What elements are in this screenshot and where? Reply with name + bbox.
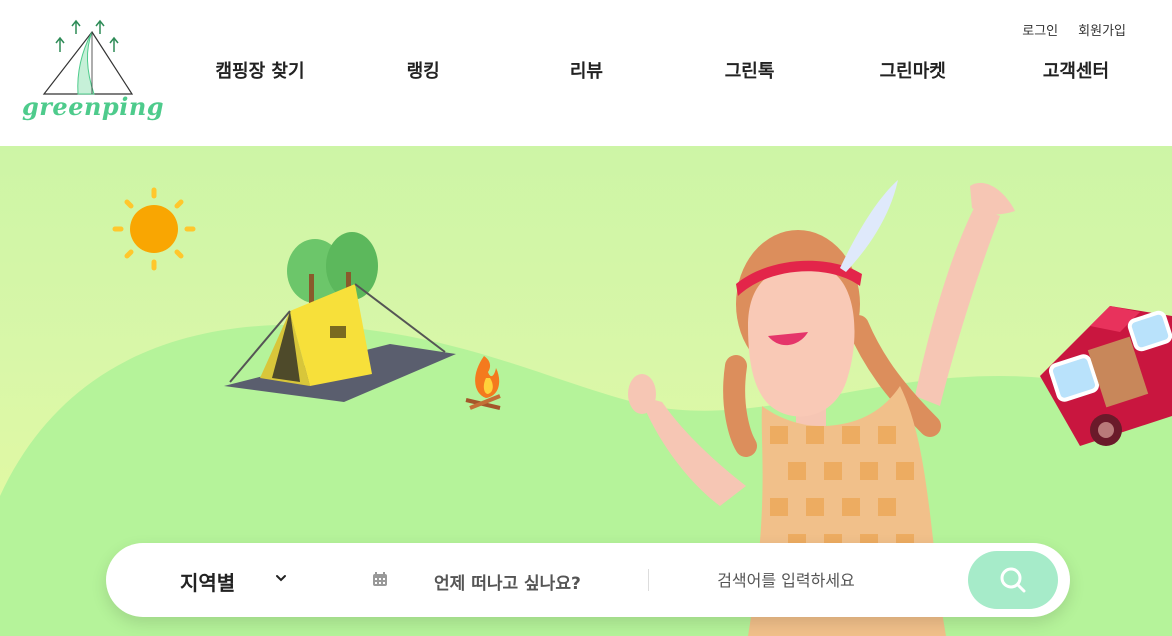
nav-item-find-camping[interactable]: 캠핑장 찾기 bbox=[200, 57, 320, 83]
sun-icon bbox=[112, 187, 196, 271]
utility-links: 로그인 회원가입 bbox=[1022, 20, 1126, 39]
logo[interactable]: greenping bbox=[22, 18, 164, 124]
chevron-down-icon[interactable] bbox=[274, 571, 288, 585]
nav-item-greentalk[interactable]: 그린톡 bbox=[690, 57, 810, 83]
logo-text: greenping bbox=[22, 92, 165, 121]
main-nav: 캠핑장 찾기 랭킹 리뷰 그린톡 그린마켓 고객센터 bbox=[200, 57, 1136, 83]
nav-item-greenmarket[interactable]: 그린마켓 bbox=[853, 57, 973, 83]
nav-item-ranking[interactable]: 랭킹 bbox=[363, 57, 483, 83]
nav-item-customer-center[interactable]: 고객센터 bbox=[1016, 57, 1136, 83]
search-icon bbox=[1000, 567, 1026, 593]
search-input[interactable] bbox=[668, 565, 904, 595]
search-bar: 지역별 언제 떠나고 싶나요? bbox=[106, 543, 1070, 617]
calendar-icon bbox=[373, 572, 387, 586]
login-link[interactable]: 로그인 bbox=[1022, 20, 1058, 39]
region-select[interactable]: 지역별 bbox=[180, 567, 235, 596]
search-button[interactable] bbox=[968, 551, 1058, 609]
signup-link[interactable]: 회원가입 bbox=[1078, 20, 1126, 39]
search-divider bbox=[648, 569, 649, 591]
nav-item-review[interactable]: 리뷰 bbox=[526, 57, 646, 83]
date-picker[interactable]: 언제 떠나고 싶나요? bbox=[434, 569, 581, 594]
site-header: greenping 로그인 회원가입 캠핑장 찾기 랭킹 리뷰 그린톡 그린마켓… bbox=[0, 0, 1172, 146]
tent-logo-icon bbox=[42, 19, 134, 95]
